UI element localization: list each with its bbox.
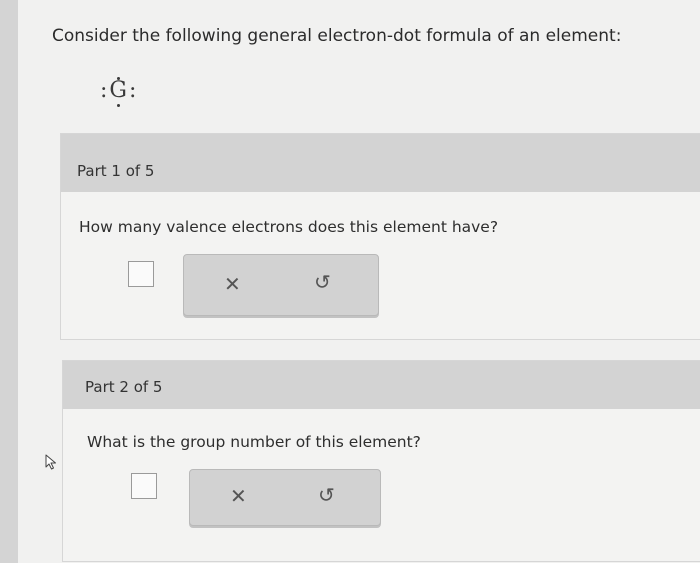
part-2-action-buttons: ✕ ↺ <box>189 469 381 526</box>
formula-symbol-wrapper: G <box>107 77 129 107</box>
part-2-label: Part 2 of 5 <box>85 378 163 396</box>
part-1-question: How many valence electrons does this ele… <box>79 218 499 236</box>
part-1-label: Part 1 of 5 <box>77 162 155 180</box>
part-1-header: Part 1 of 5 <box>61 134 700 192</box>
undo-button[interactable]: ↺ <box>314 270 331 294</box>
electron-dot-top <box>116 77 120 80</box>
electron-dot-formula: :G: <box>100 77 137 107</box>
mouse-pointer-icon <box>45 454 56 470</box>
clear-answer-button[interactable]: ✕ <box>230 484 247 508</box>
part-2-question: What is the group number of this element… <box>87 433 421 451</box>
formula-left-dots: : <box>100 78 108 103</box>
formula-right-dots: : <box>129 78 137 103</box>
undo-button[interactable]: ↺ <box>318 483 335 507</box>
x-icon: ✕ <box>224 272 241 296</box>
part-2-card: Part 2 of 5 What is the group number of … <box>62 360 700 562</box>
undo-icon: ↺ <box>318 483 335 507</box>
part-2-answer-input[interactable] <box>131 473 157 499</box>
formula-symbol: G <box>109 78 127 103</box>
undo-icon: ↺ <box>314 270 331 294</box>
left-margin-strip <box>0 0 18 563</box>
clear-answer-button[interactable]: ✕ <box>224 272 241 296</box>
part-1-answer-input[interactable] <box>128 261 154 287</box>
part-1-card: Part 1 of 5 How many valence electrons d… <box>60 133 700 340</box>
electron-dot-bottom <box>116 104 120 107</box>
problem-prompt: Consider the following general electron-… <box>52 26 622 46</box>
part-1-action-buttons: ✕ ↺ <box>183 254 379 316</box>
part-2-header: Part 2 of 5 <box>63 361 700 409</box>
x-icon: ✕ <box>230 484 247 508</box>
